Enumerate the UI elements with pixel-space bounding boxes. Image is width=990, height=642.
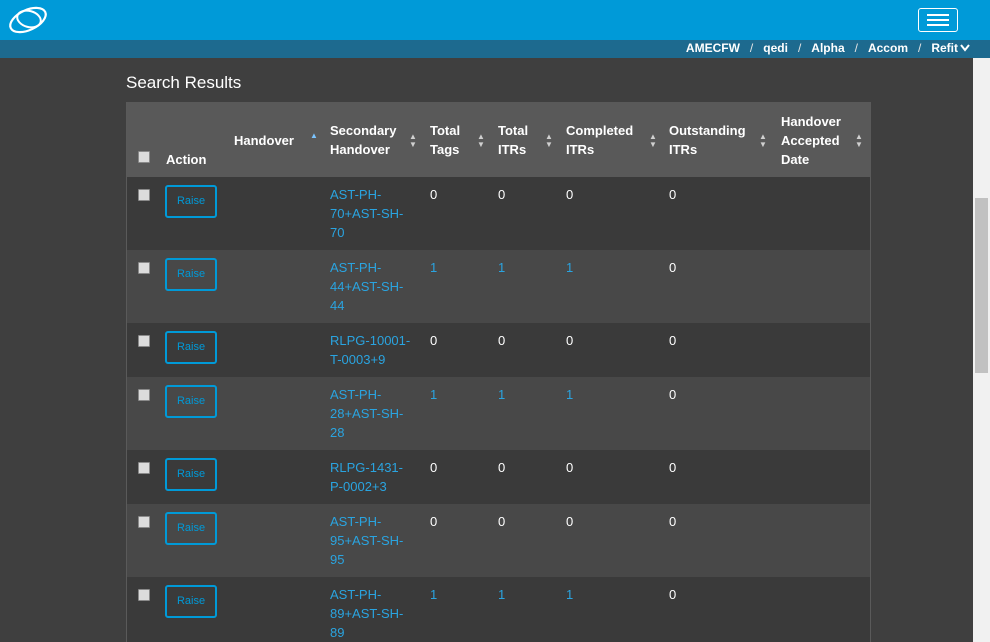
- page-title: Search Results: [126, 73, 242, 92]
- completed-itrs[interactable]: 1: [566, 585, 573, 604]
- table-row: Raise RLPG-1431- P-0002+3 0 0 0 0: [127, 450, 870, 504]
- table-row: Raise AST-PH- 70+AST-SH- 70 0 0 0 0: [127, 177, 870, 250]
- sort-icon[interactable]: ▲ ▼: [855, 133, 863, 149]
- breadcrumb-bar: AMECFW / qedi / Alpha / Accom / Refit: [0, 40, 990, 58]
- sort-icon[interactable]: ▲ ▼: [759, 133, 767, 149]
- row-checkbox[interactable]: [138, 462, 150, 474]
- app-logo[interactable]: [6, 4, 50, 36]
- select-all-checkbox[interactable]: [138, 151, 150, 163]
- header-total-tags[interactable]: Total Tags: [430, 121, 460, 159]
- header-total-itrs[interactable]: Total ITRs: [498, 121, 528, 159]
- outstanding-itrs: 0: [669, 260, 677, 275]
- table-row: Raise AST-PH- 95+AST-SH- 95 0 0 0 0: [127, 504, 870, 577]
- completed-itrs: 0: [566, 514, 574, 529]
- total-itrs[interactable]: 1: [498, 258, 505, 277]
- total-itrs[interactable]: 1: [498, 585, 505, 604]
- total-itrs[interactable]: 1: [498, 385, 505, 404]
- breadcrumb-item[interactable]: qedi: [763, 41, 788, 55]
- raise-button[interactable]: Raise: [165, 585, 217, 618]
- raise-button[interactable]: Raise: [165, 331, 217, 364]
- completed-itrs[interactable]: 1: [566, 385, 573, 404]
- secondary-handover-link[interactable]: RLPG-10001- T-0003+9: [330, 331, 410, 369]
- raise-button[interactable]: Raise: [165, 185, 217, 218]
- scrollbar-thumb[interactable]: [975, 198, 988, 373]
- secondary-handover-link[interactable]: RLPG-1431- P-0002+3: [330, 458, 403, 496]
- header-secondary-handover[interactable]: Secondary Handover: [330, 121, 396, 159]
- secondary-handover-link[interactable]: AST-PH- 28+AST-SH- 28: [330, 385, 403, 442]
- chevron-down-icon[interactable]: [960, 44, 970, 52]
- header-completed-itrs[interactable]: Completed ITRs: [566, 121, 633, 159]
- breadcrumb-item[interactable]: Accom: [868, 41, 908, 55]
- outstanding-itrs: 0: [669, 587, 677, 602]
- completed-itrs: 0: [566, 333, 574, 348]
- row-checkbox[interactable]: [138, 262, 150, 274]
- total-tags: 0: [430, 333, 438, 348]
- outstanding-itrs: 0: [669, 514, 677, 529]
- secondary-handover-link[interactable]: AST-PH- 95+AST-SH- 95: [330, 512, 403, 569]
- raise-button[interactable]: Raise: [165, 512, 217, 545]
- secondary-handover-link[interactable]: AST-PH- 89+AST-SH- 89: [330, 585, 403, 642]
- completed-itrs: 0: [566, 460, 574, 475]
- row-checkbox[interactable]: [138, 189, 150, 201]
- table-row: Raise AST-PH- 44+AST-SH- 44 1 1 1 0: [127, 250, 870, 323]
- total-tags: 0: [430, 460, 438, 475]
- total-tags[interactable]: 1: [430, 258, 437, 277]
- row-checkbox[interactable]: [138, 516, 150, 528]
- sort-icon[interactable]: ▲ ▼: [545, 133, 553, 149]
- total-tags[interactable]: 1: [430, 585, 437, 604]
- breadcrumb: AMECFW / qedi / Alpha / Accom / Refit: [686, 41, 970, 55]
- header-action: Action: [166, 152, 207, 167]
- results-table: Action Handover ▲ Secondary Handover ▲ ▼ …: [126, 102, 871, 642]
- header-handover[interactable]: Handover: [234, 131, 294, 150]
- breadcrumb-item-dropdown[interactable]: Refit: [931, 41, 958, 55]
- header-outstanding-itrs[interactable]: Outstanding ITRs: [669, 121, 746, 159]
- row-checkbox[interactable]: [138, 389, 150, 401]
- total-tags: 0: [430, 187, 438, 202]
- header-handover-accepted-date[interactable]: Handover Accepted Date: [781, 112, 841, 169]
- outstanding-itrs: 0: [669, 460, 677, 475]
- total-tags[interactable]: 1: [430, 385, 437, 404]
- breadcrumb-item[interactable]: AMECFW: [686, 41, 740, 55]
- total-itrs: 0: [498, 514, 506, 529]
- raise-button[interactable]: Raise: [165, 385, 217, 418]
- completed-itrs[interactable]: 1: [566, 258, 573, 277]
- hamburger-icon: [927, 14, 949, 16]
- total-itrs: 0: [498, 460, 506, 475]
- outstanding-itrs: 0: [669, 187, 677, 202]
- sort-asc-icon[interactable]: ▲: [310, 132, 318, 140]
- completed-itrs: 0: [566, 187, 574, 202]
- row-checkbox[interactable]: [138, 589, 150, 601]
- total-itrs: 0: [498, 187, 506, 202]
- raise-button[interactable]: Raise: [165, 458, 217, 491]
- total-tags: 0: [430, 514, 438, 529]
- sort-icon[interactable]: ▲ ▼: [649, 133, 657, 149]
- page-scrollbar[interactable]: [973, 58, 990, 642]
- table-row: Raise AST-PH- 89+AST-SH- 89 1 1 1 0: [127, 577, 870, 642]
- outstanding-itrs: 0: [669, 333, 677, 348]
- total-itrs: 0: [498, 333, 506, 348]
- raise-button[interactable]: Raise: [165, 258, 217, 291]
- table-header: Action Handover ▲ Secondary Handover ▲ ▼ …: [127, 102, 870, 177]
- row-checkbox[interactable]: [138, 335, 150, 347]
- table-row: Raise AST-PH- 28+AST-SH- 28 1 1 1 0: [127, 377, 870, 450]
- secondary-handover-link[interactable]: AST-PH- 70+AST-SH- 70: [330, 185, 403, 242]
- table-row: Raise RLPG-10001- T-0003+9 0 0 0 0: [127, 323, 870, 377]
- secondary-handover-link[interactable]: AST-PH- 44+AST-SH- 44: [330, 258, 403, 315]
- hamburger-menu-button[interactable]: [918, 8, 958, 32]
- outstanding-itrs: 0: [669, 387, 677, 402]
- sort-icon[interactable]: ▲ ▼: [409, 133, 417, 149]
- top-navbar: [0, 0, 990, 40]
- sort-icon[interactable]: ▲ ▼: [477, 133, 485, 149]
- breadcrumb-item[interactable]: Alpha: [811, 41, 844, 55]
